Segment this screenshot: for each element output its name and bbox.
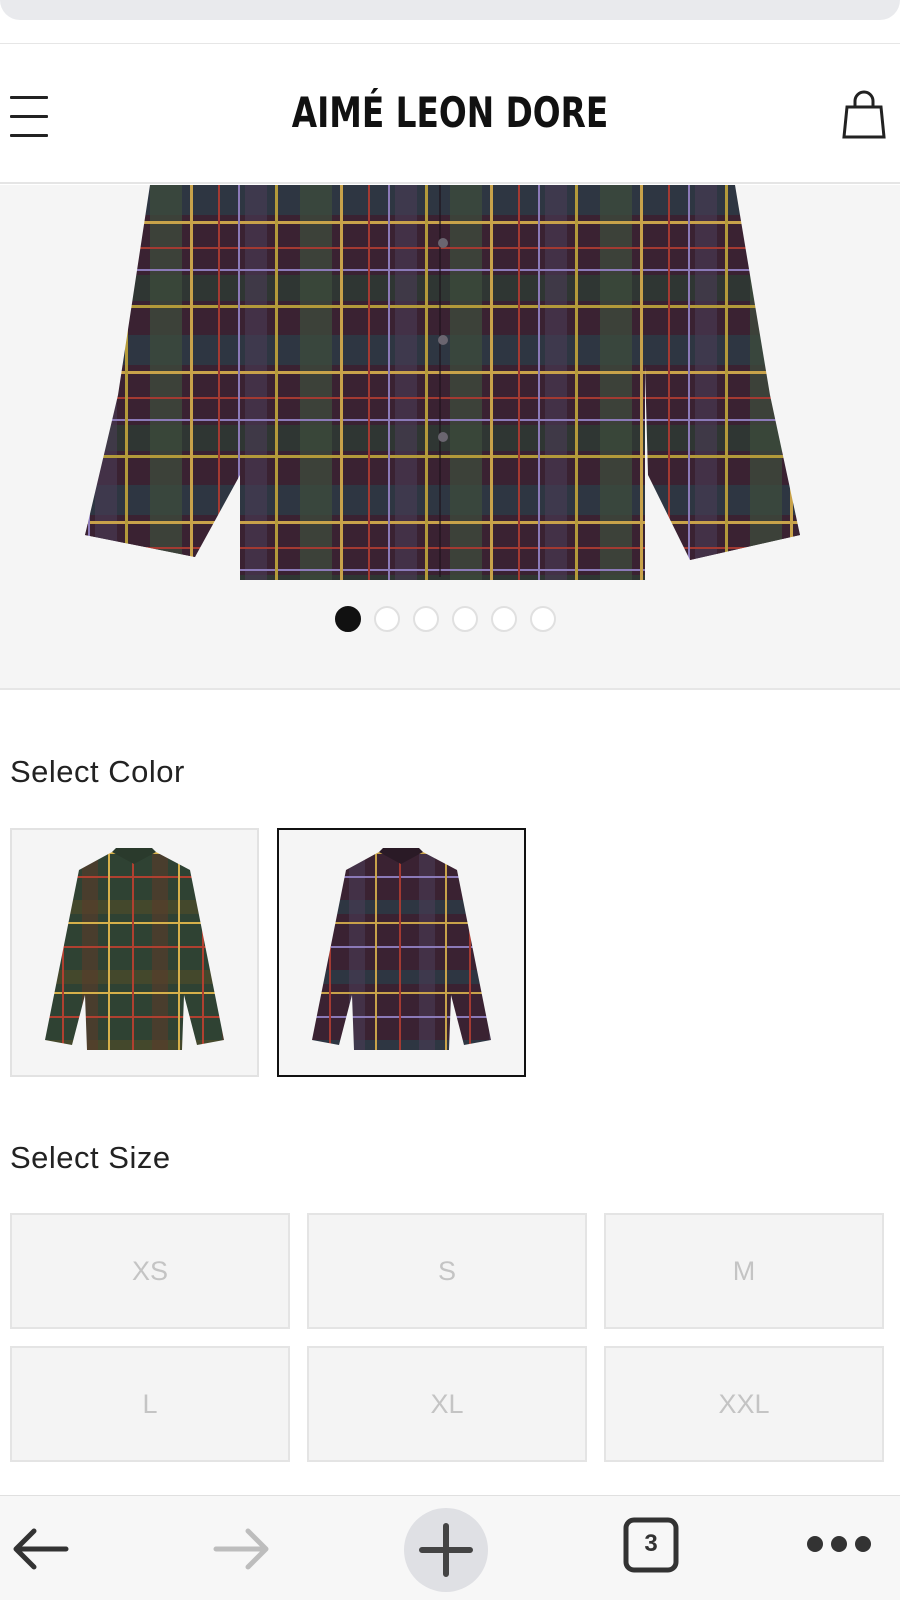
shopping-bag-icon[interactable] (842, 90, 886, 140)
pagination-dot-4[interactable] (452, 606, 478, 632)
color-swatch-purple-plaid[interactable] (277, 828, 526, 1077)
back-arrow-icon[interactable] (8, 1526, 72, 1572)
select-size-heading: Select Size (10, 1140, 171, 1175)
pagination-dot-3[interactable] (413, 606, 439, 632)
more-icon[interactable] (806, 1534, 872, 1554)
browser-url-bar[interactable] (0, 0, 900, 20)
hamburger-menu-icon[interactable] (10, 96, 48, 138)
gallery-pagination (335, 606, 556, 632)
brand-logo[interactable]: AIMÉ LEON DORE (99, 88, 801, 137)
pagination-dot-5[interactable] (491, 606, 517, 632)
color-swatch-green-plaid[interactable] (10, 828, 259, 1077)
size-button-s[interactable]: S (307, 1213, 587, 1329)
size-button-l[interactable]: L (10, 1346, 290, 1462)
product-image-gallery[interactable] (0, 185, 900, 690)
size-button-xxl[interactable]: XXL (604, 1346, 884, 1462)
select-color-heading: Select Color (10, 754, 185, 789)
size-button-xs[interactable]: XS (10, 1213, 290, 1329)
browser-toolbar: 3 (0, 1495, 900, 1600)
shirt-thumbnail-green (45, 848, 224, 1050)
new-tab-plus-icon[interactable] (404, 1508, 488, 1592)
shirt-thumbnail-purple (312, 848, 491, 1050)
tab-count: 3 (644, 1530, 658, 1557)
pagination-dot-6[interactable] (530, 606, 556, 632)
size-button-xl[interactable]: XL (307, 1346, 587, 1462)
size-button-m[interactable]: M (604, 1213, 884, 1329)
pagination-dot-2[interactable] (374, 606, 400, 632)
pagination-dot-1[interactable] (335, 606, 361, 632)
forward-arrow-icon[interactable] (210, 1526, 274, 1572)
site-header: AIMÉ LEON DORE (0, 44, 900, 184)
